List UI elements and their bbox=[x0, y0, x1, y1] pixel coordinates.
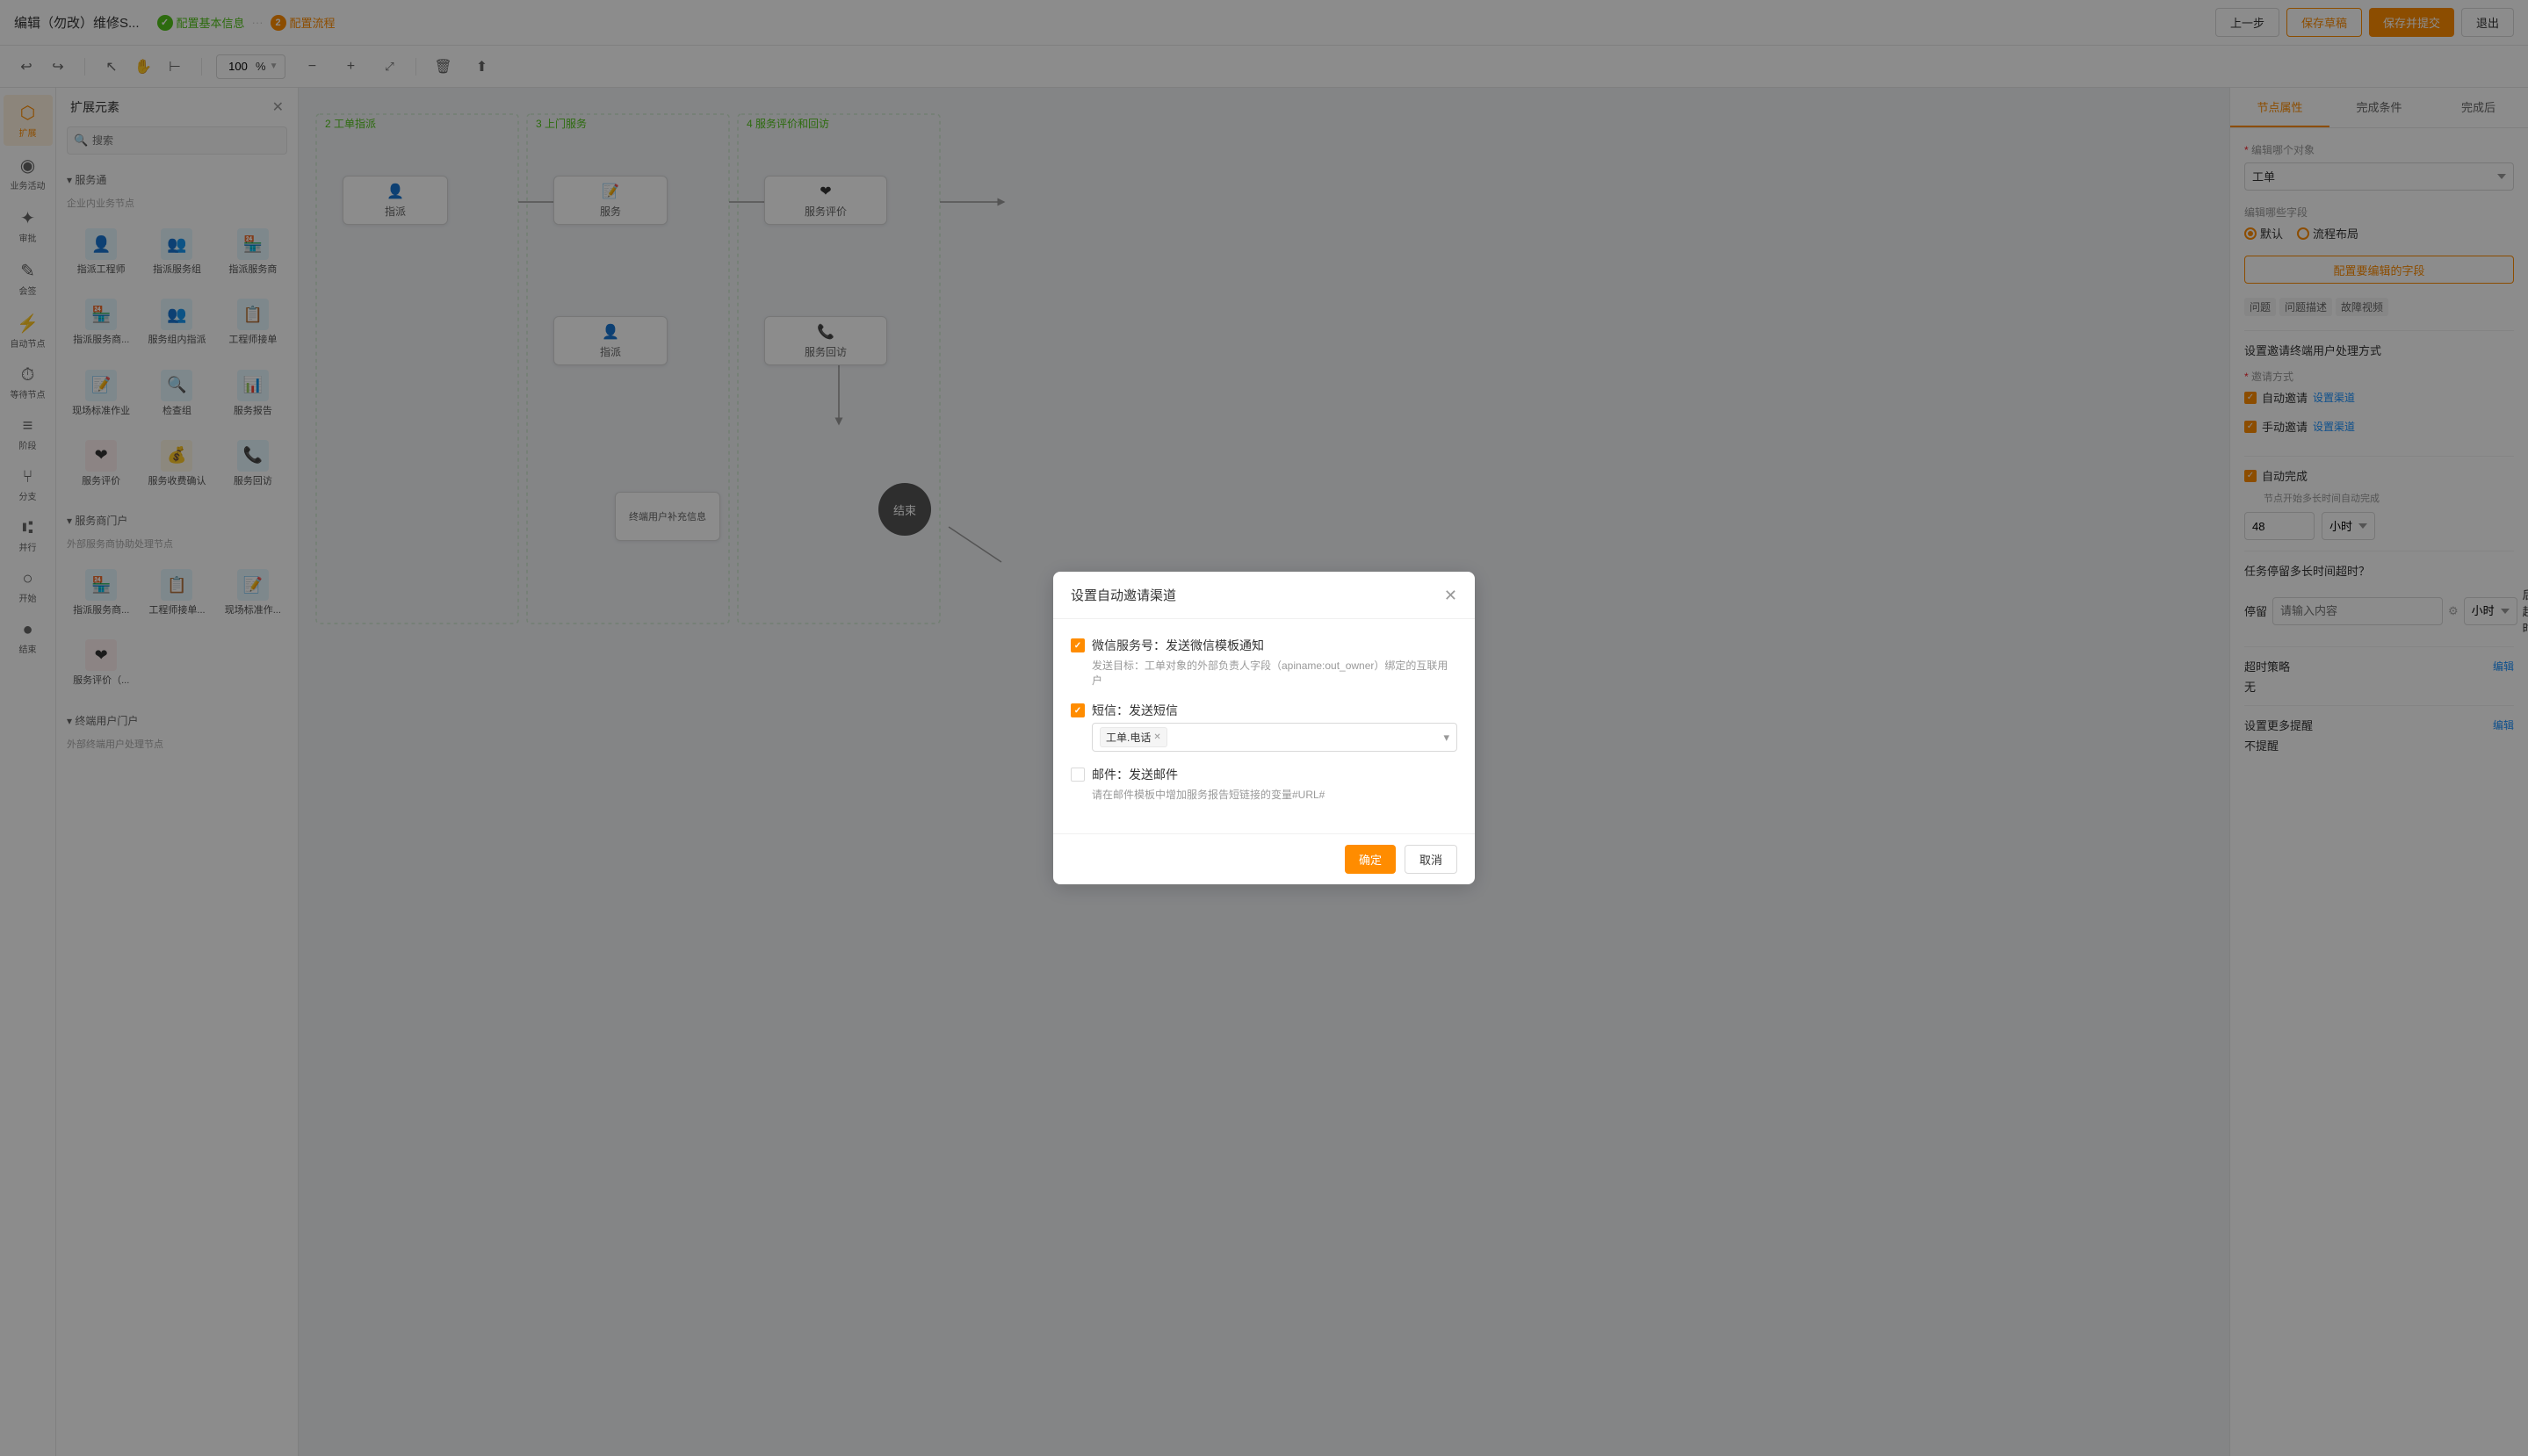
dialog-title: 设置自动邀请渠道 bbox=[1071, 586, 1176, 604]
dialog-cancel-button[interactable]: 取消 bbox=[1405, 845, 1457, 874]
channel-email-desc: 请在邮件模板中增加服务报告短链接的变量#URL# bbox=[1092, 787, 1457, 802]
channel-wechat-label: 微信服务号：发送微信模板通知 bbox=[1092, 637, 1264, 654]
dialog-header: 设置自动邀请渠道 ✕ bbox=[1053, 572, 1475, 619]
channel-sms-tag: 工单.电话 ✕ bbox=[1100, 727, 1167, 747]
channel-wechat-desc: 发送目标：工单对象的外部负责人字段（apiname:out_owner）绑定的互… bbox=[1092, 658, 1457, 688]
channel-sms-label: 短信：发送短信 bbox=[1092, 702, 1178, 719]
channel-sms-header: 短信：发送短信 bbox=[1071, 702, 1457, 719]
channel-wechat-header: 微信服务号：发送微信模板通知 bbox=[1071, 637, 1457, 654]
channel-wechat-checkbox[interactable] bbox=[1071, 638, 1085, 652]
channel-sms-arrow: ▾ bbox=[1443, 731, 1449, 745]
dialog-confirm-button[interactable]: 确定 bbox=[1345, 845, 1396, 874]
channel-sms: 短信：发送短信 工单.电话 ✕ ▾ bbox=[1071, 702, 1457, 752]
channel-sms-checkbox[interactable] bbox=[1071, 703, 1085, 717]
dialog-close-button[interactable]: ✕ bbox=[1444, 587, 1457, 603]
dialog: 设置自动邀请渠道 ✕ 微信服务号：发送微信模板通知 发送目标：工单对象的外部负责… bbox=[1053, 572, 1475, 884]
channel-email-label: 邮件：发送邮件 bbox=[1092, 766, 1178, 783]
channel-sms-tag-text: 工单.电话 bbox=[1106, 730, 1151, 745]
channel-email-checkbox[interactable] bbox=[1071, 768, 1085, 782]
dialog-footer: 确定 取消 bbox=[1053, 833, 1475, 884]
dialog-overlay[interactable]: 设置自动邀请渠道 ✕ 微信服务号：发送微信模板通知 发送目标：工单对象的外部负责… bbox=[0, 0, 2528, 1456]
channel-sms-select-wrap: 工单.电话 ✕ ▾ bbox=[1092, 723, 1457, 752]
channel-wechat: 微信服务号：发送微信模板通知 发送目标：工单对象的外部负责人字段（apiname… bbox=[1071, 637, 1457, 688]
channel-email-header: 邮件：发送邮件 bbox=[1071, 766, 1457, 783]
channel-sms-select-box[interactable]: 工单.电话 ✕ ▾ bbox=[1092, 723, 1457, 752]
channel-sms-tag-close[interactable]: ✕ bbox=[1153, 732, 1160, 742]
channel-email: 邮件：发送邮件 请在邮件模板中增加服务报告短链接的变量#URL# bbox=[1071, 766, 1457, 802]
dialog-body: 微信服务号：发送微信模板通知 发送目标：工单对象的外部负责人字段（apiname… bbox=[1053, 619, 1475, 833]
